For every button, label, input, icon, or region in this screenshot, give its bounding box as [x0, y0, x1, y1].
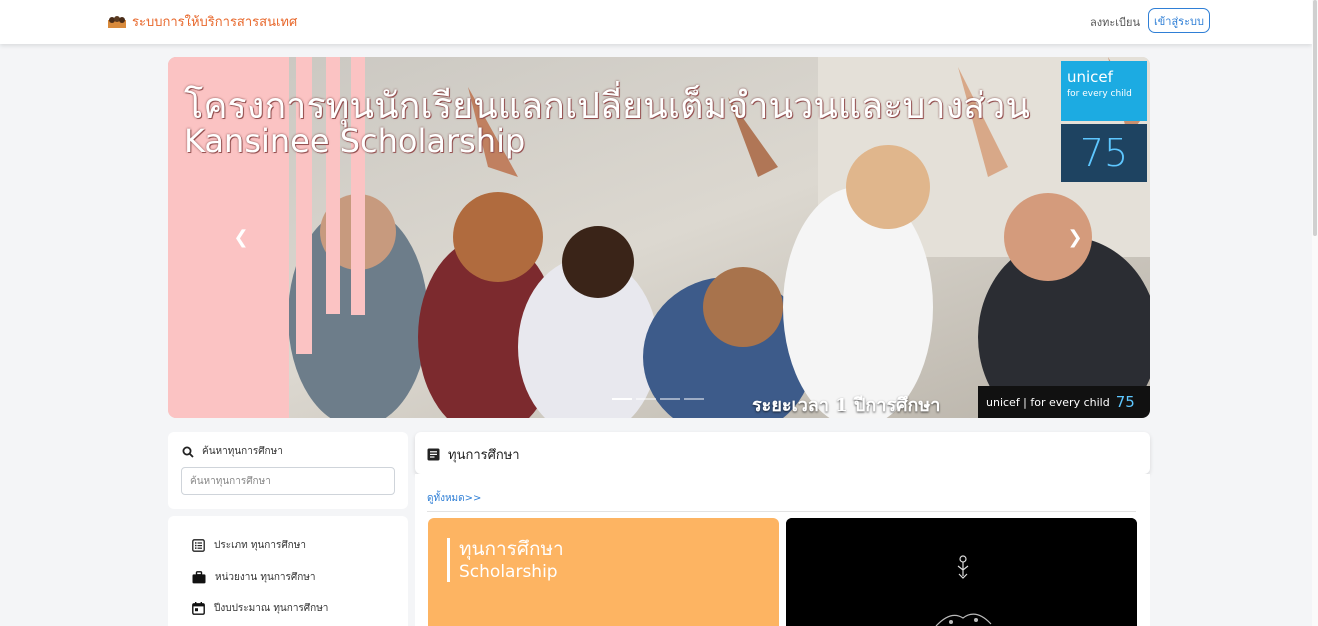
- anniversary-number: 75: [1079, 131, 1129, 175]
- brand-logo-icon: [108, 15, 126, 28]
- unicef-footer-strip: unicef | for every child 75: [978, 386, 1150, 418]
- menu-item-budget-year[interactable]: ปีงบประมาณ ทุนการศึกษา: [192, 601, 328, 616]
- search-header: ค้นหาทุนการศึกษา: [182, 444, 283, 459]
- brand-link[interactable]: ระบบการให้บริการสารสนเทศ: [108, 11, 297, 32]
- chevron-left-icon: ❮: [233, 227, 249, 248]
- briefcase-icon: [192, 571, 206, 584]
- carousel-next-button[interactable]: ❯: [1066, 227, 1084, 249]
- anniversary-badge: 75: [1061, 124, 1147, 182]
- search-card: ค้นหาทุนการศึกษา: [168, 432, 408, 509]
- unicef-strip-text: unicef | for every child: [986, 395, 1110, 409]
- carousel-indicator[interactable]: [636, 398, 656, 400]
- list-icon: [192, 539, 205, 552]
- panel-header-content: ทุนการศึกษา: [427, 444, 520, 465]
- unicef-logo: unicef for every child: [1061, 61, 1147, 121]
- unicef-strip-75: 75: [1115, 393, 1135, 411]
- carousel-prev-button[interactable]: ❮: [232, 227, 250, 249]
- scholarship-panel-body: ดูทั้งหมด>> ทุนการศึกษา Scholarship: [415, 474, 1150, 626]
- scholarship-search-input[interactable]: [181, 467, 395, 495]
- search-label: ค้นหาทุนการศึกษา: [202, 446, 283, 457]
- scholarship-panel-header: ทุนการศึกษา: [415, 432, 1150, 474]
- menu-item-label: ประเภท ทุนการศึกษา: [214, 540, 306, 551]
- login-button[interactable]: เข้าสู่ระบบ: [1148, 8, 1210, 33]
- filter-menu: ประเภท ทุนการศึกษา หน่วยงาน ทุนการศึกษา …: [168, 516, 408, 626]
- brand-title: ระบบการให้บริการสารสนเทศ: [132, 15, 298, 30]
- register-link[interactable]: ลงทะเบียน: [1090, 13, 1140, 31]
- carousel-indicator[interactable]: [660, 398, 680, 400]
- unicef-tagline: for every child: [1067, 89, 1132, 99]
- hero-duration: ระยะเวลา 1 ปีการศึกษา: [752, 395, 941, 416]
- carousel-indicator[interactable]: [684, 398, 704, 400]
- menu-item-label: หน่วยงาน ทุนการศึกษา: [215, 572, 316, 583]
- hero-title-english: Kansinee Scholarship: [184, 122, 526, 160]
- chevron-right-icon: ❯: [1067, 227, 1083, 248]
- menu-item-label: ปีงบประมาณ ทุนการศึกษา: [214, 603, 329, 614]
- document-icon: [427, 448, 440, 461]
- card-title-thai: ทุนการศึกษา: [459, 538, 564, 560]
- calendar-icon: [192, 602, 205, 615]
- menu-item-type[interactable]: ประเภท ทุนการศึกษา: [192, 538, 306, 553]
- carousel-indicators: [612, 398, 704, 400]
- view-all-link[interactable]: ดูทั้งหมด>>: [427, 491, 481, 506]
- top-navbar: ระบบการให้บริการสารสนเทศ ลงทะเบียน เข้าส…: [0, 0, 1312, 44]
- scholarship-card[interactable]: ทุนการศึกษา Scholarship: [428, 518, 779, 626]
- hero-carousel: โครงการทุนนักเรียนแลกเปลี่ยนเต็มจำนวนและ…: [168, 57, 1150, 418]
- unicef-logo-text: unicef: [1067, 68, 1113, 86]
- panel-title: ทุนการศึกษา: [448, 448, 520, 463]
- card-image: [786, 518, 1137, 626]
- divider: [427, 511, 1136, 512]
- scrollbar-thumb[interactable]: [1313, 0, 1317, 236]
- carousel-indicator[interactable]: [612, 398, 632, 400]
- card-accent-bar: [447, 538, 450, 582]
- search-icon: [182, 446, 194, 458]
- card-title-english: Scholarship: [459, 562, 558, 582]
- menu-item-agency[interactable]: หน่วยงาน ทุนการศึกษา: [192, 570, 316, 585]
- scholarship-card[interactable]: [786, 518, 1137, 626]
